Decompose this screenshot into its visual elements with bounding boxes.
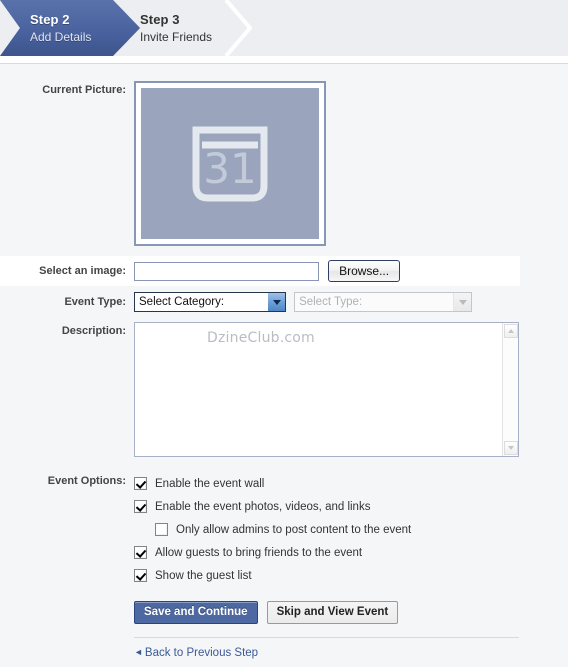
checkbox-enable-photos-videos-links[interactable]: [134, 500, 147, 513]
description-textarea-wrapper: DzineClub.com: [134, 322, 519, 457]
step-2-subtitle: Add Details: [30, 29, 92, 44]
option-row[interactable]: Allow guests to bring friends to the eve…: [134, 541, 568, 564]
event-details-form: Current Picture: 31 Select an image: Bro…: [0, 64, 568, 659]
step-chevron-separator-icon: [222, 0, 252, 56]
event-subtype-value: Select Type:: [299, 296, 363, 308]
stepbar-underline: [0, 56, 568, 64]
current-picture-label: Current Picture:: [42, 84, 126, 96]
current-picture-frame: 31: [134, 81, 326, 246]
option-label: Allow guests to bring friends to the eve…: [155, 546, 363, 559]
row-event-type: Event Type: Select Category: Select Type…: [0, 288, 568, 316]
option-label: Show the guest list: [155, 569, 252, 582]
checkbox-enable-event-wall[interactable]: [134, 477, 147, 490]
option-row[interactable]: Show the guest list: [134, 564, 568, 587]
event-type-label: Event Type:: [64, 296, 126, 308]
event-options-label: Event Options:: [47, 475, 126, 487]
checkbox-admins-only-post[interactable]: [155, 523, 168, 536]
checkbox-show-guest-list[interactable]: [134, 569, 147, 582]
row-description: Description: DzineClub.com: [0, 322, 568, 457]
actions-spacer: [0, 601, 134, 604]
event-category-select[interactable]: Select Category:: [134, 292, 286, 312]
option-row[interactable]: Only allow admins to post content to the…: [134, 518, 568, 541]
skip-and-view-event-button[interactable]: Skip and View Event: [266, 601, 399, 624]
actions-divider: [134, 637, 519, 638]
calendar-day-number: 31: [203, 144, 256, 193]
row-form-actions: Save and Continue Skip and View Event ◄ B…: [0, 601, 568, 659]
row-current-picture: Current Picture: 31: [0, 81, 568, 246]
row-event-options: Event Options: Enable the event wall Ena…: [0, 472, 568, 587]
chevron-down-icon[interactable]: [267, 293, 285, 311]
option-row[interactable]: Enable the event wall: [134, 472, 568, 495]
back-arrow-icon: ◄: [134, 647, 143, 657]
step-3-title: Step 3: [140, 11, 180, 27]
option-label: Enable the event photos, videos, and lin…: [155, 500, 371, 513]
option-row[interactable]: Enable the event photos, videos, and lin…: [134, 495, 568, 518]
option-label: Enable the event wall: [155, 477, 265, 490]
step-2-title: Step 2: [30, 11, 70, 27]
step-item-active[interactable]: Step 2 Add Details: [0, 0, 140, 56]
scroll-up-icon[interactable]: [504, 324, 518, 338]
row-select-image: Select an image: Browse...: [0, 256, 568, 286]
current-picture-canvas: 31: [141, 88, 319, 239]
select-image-input[interactable]: [134, 261, 319, 281]
event-category-value: Select Category:: [139, 296, 225, 308]
description-scrollbar[interactable]: [502, 323, 518, 456]
description-label: Description:: [61, 325, 126, 337]
select-image-label: Select an image:: [39, 265, 126, 277]
scroll-down-icon[interactable]: [504, 441, 518, 455]
description-textarea[interactable]: [135, 323, 503, 456]
event-subtype-select: Select Type:: [294, 292, 473, 312]
calendar-icon: 31: [192, 126, 268, 201]
step-3-subtitle: Invite Friends: [140, 29, 213, 44]
browse-button[interactable]: Browse...: [328, 260, 401, 282]
save-and-continue-button[interactable]: Save and Continue: [134, 601, 258, 624]
checkbox-allow-guests-bring-friends[interactable]: [134, 546, 147, 559]
option-label: Only allow admins to post content to the…: [176, 523, 412, 536]
step-breadcrumb-bar: Step 2 Add Details Step 3 Invite Friends: [0, 0, 568, 56]
back-to-previous-step-link[interactable]: ◄ Back to Previous Step: [134, 647, 258, 659]
chevron-down-icon-disabled: [453, 293, 472, 311]
step-item-next[interactable]: Step 3 Invite Friends: [140, 0, 290, 56]
back-link-label: Back to Previous Step: [144, 647, 259, 659]
